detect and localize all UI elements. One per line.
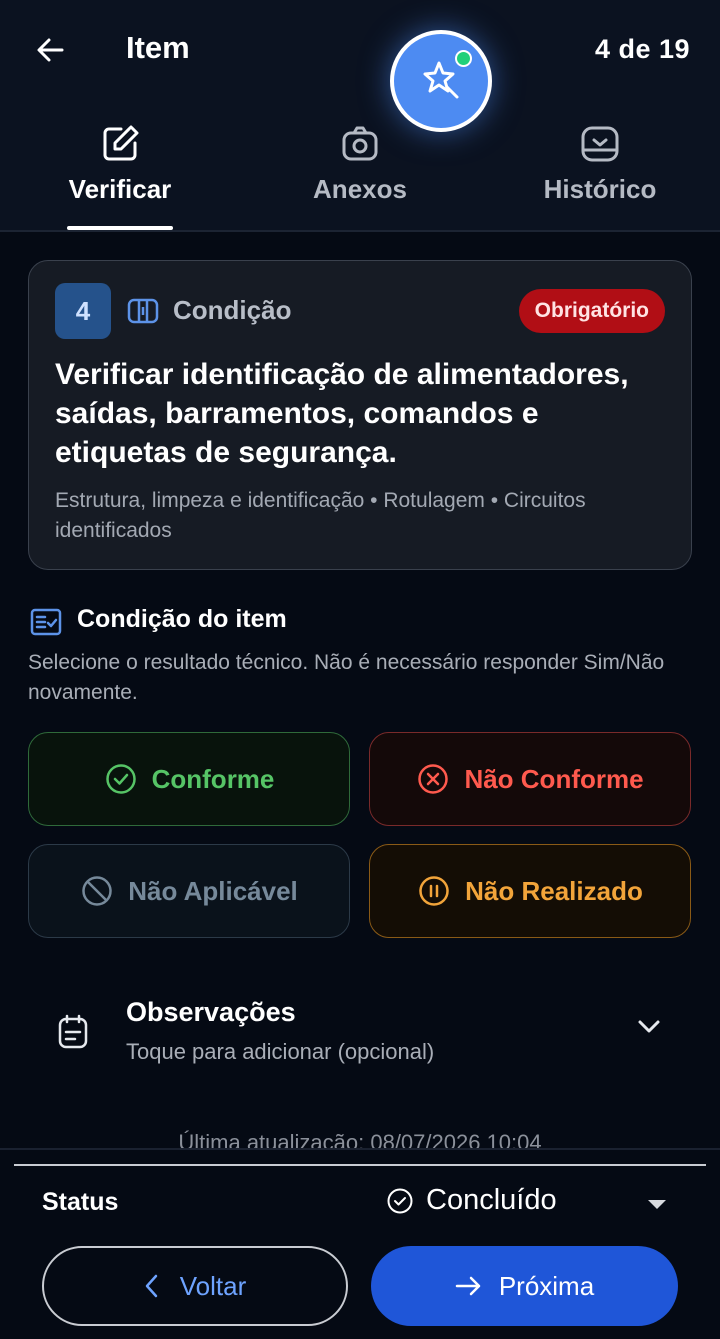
- bottom-bar: Status Concluído Voltar Próxima: [0, 1150, 720, 1339]
- option-label: Não Aplicável: [128, 875, 298, 906]
- tab-verificar[interactable]: Verificar: [0, 118, 240, 230]
- option-label: Conforme: [151, 763, 275, 794]
- item-card: 4 Condição Obrigatório Verificar identif…: [28, 260, 692, 570]
- app-header: Item 4 de 19 Verificar Anexos Histórico: [0, 0, 720, 230]
- back-button-label: Voltar: [179, 1270, 247, 1301]
- camera-icon: [338, 122, 382, 166]
- assistant-fab-button[interactable]: [390, 30, 492, 132]
- edit-icon: [98, 122, 142, 166]
- section-title: Condição do item: [77, 605, 287, 633]
- tab-anexos[interactable]: Anexos: [240, 118, 480, 230]
- block-icon: [80, 874, 114, 908]
- check-circle-icon: [104, 762, 138, 796]
- option-label: Não Conforme: [464, 763, 644, 794]
- tab-label: Anexos: [313, 174, 407, 204]
- checklist-icon: [30, 608, 62, 641]
- note-icon: [56, 1014, 90, 1055]
- next-button[interactable]: Próxima: [371, 1246, 678, 1326]
- section-description: Selecione o resultado técnico. Não é nec…: [28, 651, 665, 704]
- observations-hint: Toque para adicionar (opcional): [126, 1039, 435, 1064]
- dropdown-caret-icon[interactable]: [648, 1200, 666, 1209]
- tab-historico[interactable]: Histórico: [480, 118, 720, 230]
- option-conforme-button[interactable]: Conforme: [28, 732, 350, 826]
- tab-label: Histórico: [543, 174, 657, 204]
- observations-title: Observações: [126, 997, 296, 1027]
- item-number-badge: 4: [55, 283, 111, 339]
- tab-bar: Verificar Anexos Histórico: [0, 118, 720, 230]
- pause-circle-icon: [417, 874, 451, 908]
- option-nao-realizado-button[interactable]: Não Realizado: [369, 844, 691, 938]
- divider: [14, 1164, 706, 1166]
- status-value: Concluído: [426, 1184, 557, 1216]
- status-label: Status: [42, 1188, 119, 1216]
- item-type-label: Condição: [173, 295, 292, 325]
- chevron-left-icon: [144, 1273, 160, 1299]
- observations-expander[interactable]: Observações Toque para adicionar (opcion…: [28, 980, 692, 1090]
- back-button[interactable]: Voltar: [42, 1246, 348, 1326]
- option-label: Não Realizado: [465, 875, 643, 906]
- option-nao-conforme-button[interactable]: Não Conforme: [369, 732, 691, 826]
- history-icon: [578, 122, 622, 166]
- back-arrow-button[interactable]: [28, 28, 72, 72]
- status-dropdown[interactable]: Concluído: [386, 1184, 557, 1217]
- item-breadcrumb-tags: Estrutura, limpeza e identificação • Rot…: [55, 489, 586, 542]
- required-badge: Obrigatório: [518, 289, 665, 333]
- online-status-dot: [455, 50, 472, 67]
- page-title: Item: [126, 30, 190, 65]
- tab-label: Verificar: [68, 174, 172, 204]
- last-update-text: Última atualização: 08/07/2026 10:04: [178, 1130, 542, 1150]
- arrow-right-icon: [455, 1275, 483, 1297]
- option-nao-aplicavel-button[interactable]: Não Aplicável: [28, 844, 350, 938]
- divider: [0, 230, 720, 232]
- condition-type-icon: [127, 297, 159, 330]
- next-button-label: Próxima: [498, 1270, 595, 1301]
- x-circle-icon: [416, 762, 450, 796]
- chevron-down-icon: [636, 1018, 662, 1039]
- item-counter: 4 de 19: [594, 34, 690, 64]
- check-circle-icon: [386, 1187, 414, 1215]
- arrow-left-icon: [37, 38, 64, 62]
- item-question: Verificar identificação de alimentadores…: [55, 358, 629, 469]
